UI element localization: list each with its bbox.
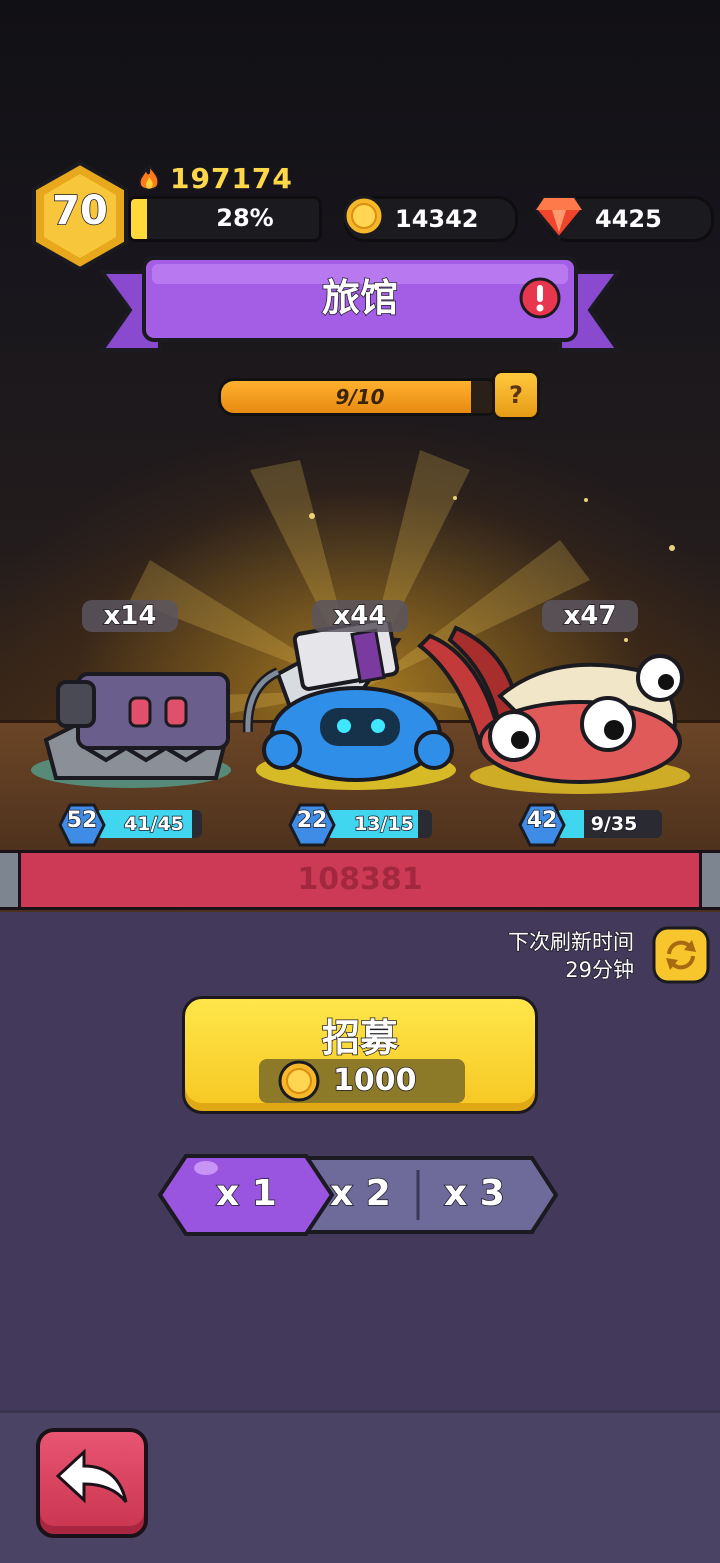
refresh-time: 29分钟 [565,957,635,983]
hero-count-badge: x14 [82,600,178,632]
alert-icon[interactable] [518,276,562,320]
shard-text: 13/15 [353,812,414,836]
hero-level: 22 [296,807,328,834]
inn-progress-bar: 9/10 [218,378,502,416]
hero-level: 52 [66,807,98,834]
back-arrow-icon [55,1448,128,1504]
hero-robot-box[interactable] [26,660,236,790]
shard-text: 41/45 [123,812,184,836]
multiplier-x1-option[interactable]: x 1 [215,1168,277,1220]
gem-value: 4425 [594,204,662,234]
recruit-button[interactable]: 招募 1000 [182,996,538,1114]
help-button[interactable]: ? [492,370,540,420]
page-title: 旅馆 [321,275,399,321]
shard-text: 9/35 [590,812,638,836]
hero-count-badge: x44 [312,600,408,632]
back-button[interactable] [36,1428,148,1538]
combat-power-value: 197174 [169,161,293,196]
hero-level: 42 [526,807,558,834]
hp-bar-text: 108381 [297,862,423,897]
recruit-cost: 1000 [259,1059,465,1103]
multiplier-x2-option[interactable]: x 2 [329,1168,391,1220]
refresh-timer: 下次刷新时间 29分钟 [507,928,635,984]
combat-power: 197174 [136,160,293,196]
refresh-label: 下次刷新时间 [507,929,635,955]
player-level: 70 [51,187,108,235]
hero-hermit-crab[interactable] [410,616,700,806]
shard-progress-bar: 13/15 [326,810,432,838]
hero-count-badge: x47 [542,600,638,632]
multiplier-x3-option[interactable]: x 3 [443,1168,505,1220]
coin-icon [343,195,385,237]
scene-background: x14 x44 x47 41/45 52 13/15 22 9/35 42 70… [0,0,720,912]
gem-icon [534,196,584,240]
inn-progress-text: 9/10 [335,385,385,409]
refresh-button[interactable] [652,926,710,984]
flame-icon [138,164,160,191]
bar-cap-right [702,850,720,910]
xp-progress-bar: 28% [128,196,322,242]
recruit-cost-value: 1000 [332,1062,417,1099]
coin-value: 14342 [394,204,479,234]
bar-cap-left [0,850,18,910]
xp-percent: 28% [216,203,275,233]
shard-progress-bar: 41/45 [96,810,202,838]
recruit-label: 招募 [321,1015,399,1061]
shard-progress-bar: 9/35 [556,810,662,838]
coin-icon [278,1060,320,1102]
